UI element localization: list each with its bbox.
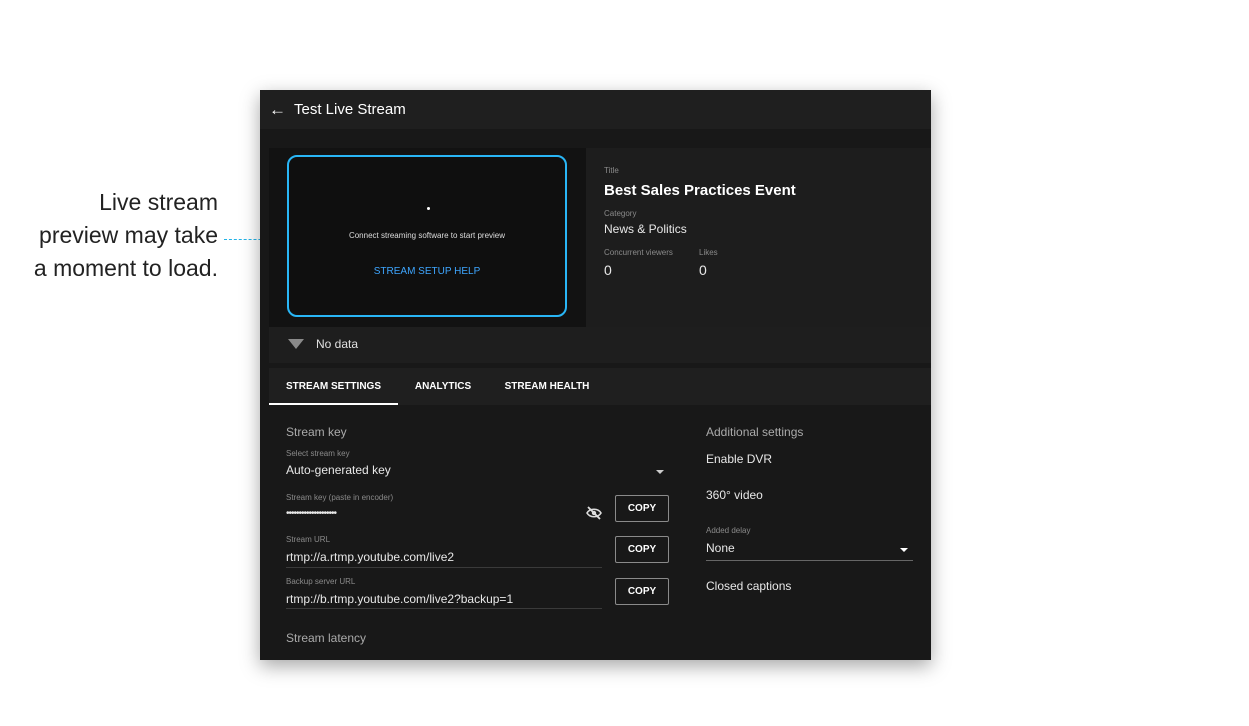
video-360-option[interactable]: 360° video [706, 488, 763, 502]
stream-key-select[interactable]: Auto-generated key [286, 463, 391, 477]
backup-url-underline [286, 608, 602, 609]
stream-key-field[interactable]: •••••••••••••••••••• [286, 508, 337, 519]
back-arrow-icon[interactable]: ← [269, 100, 286, 120]
stream-status-text: No data [316, 337, 359, 351]
stream-key-label: Stream key (paste in encoder) [286, 493, 394, 502]
stream-setup-help-link[interactable]: STREAM SETUP HELP [289, 266, 565, 277]
category-label: Category [604, 209, 637, 218]
copy-stream-url-button[interactable]: COPY [615, 536, 669, 563]
enable-dvr-option[interactable]: Enable DVR [706, 452, 772, 466]
closed-captions-option[interactable]: Closed captions [706, 579, 791, 593]
preview-annotation: Live stream preview may take a moment to… [33, 189, 218, 281]
backup-url-field[interactable]: rtmp://b.rtmp.youtube.com/live2?backup=1 [286, 592, 513, 606]
backup-url-label: Backup server URL [286, 577, 356, 586]
tab-stream-health[interactable]: STREAM HEALTH [501, 368, 593, 405]
live-stream-window: ← Test Live Stream Connect streaming sof… [260, 90, 931, 660]
added-delay-select[interactable]: None [706, 541, 735, 555]
likes-value: 0 [699, 262, 707, 278]
category-value: News & Politics [604, 222, 687, 236]
likes-label: Likes [699, 248, 718, 257]
title-label: Title [604, 166, 619, 175]
loading-dot [427, 207, 430, 210]
dropdown-caret-icon[interactable] [656, 470, 664, 474]
viewers-value: 0 [604, 262, 612, 278]
wifi-icon [288, 339, 304, 349]
copy-backup-url-button[interactable]: COPY [615, 578, 669, 605]
top-bar: ← Test Live Stream [260, 90, 931, 129]
copy-stream-key-button[interactable]: COPY [615, 495, 669, 522]
select-stream-key-label: Select stream key [286, 449, 350, 458]
stream-status-bar: No data [269, 327, 931, 363]
settings-tabs: STREAM SETTINGS ANALYTICS STREAM HEALTH [269, 368, 931, 405]
page-title: Test Live Stream [294, 101, 406, 118]
stream-key-heading: Stream key [286, 425, 347, 439]
stream-title: Best Sales Practices Event [604, 182, 796, 199]
tab-stream-settings[interactable]: STREAM SETTINGS [269, 368, 398, 405]
stream-url-field[interactable]: rtmp://a.rtmp.youtube.com/live2 [286, 550, 454, 564]
stream-latency-heading: Stream latency [286, 631, 367, 645]
eye-off-icon[interactable] [586, 506, 602, 520]
stream-url-label: Stream URL [286, 535, 331, 544]
delay-caret-icon[interactable] [900, 548, 908, 552]
viewers-label: Concurrent viewers [604, 248, 673, 257]
added-delay-label: Added delay [706, 526, 751, 535]
stream-preview: Connect streaming software to start prev… [287, 155, 567, 317]
preview-message: Connect streaming software to start prev… [348, 231, 506, 240]
added-delay-underline [706, 560, 913, 561]
tab-analytics[interactable]: ANALYTICS [407, 368, 479, 405]
stream-url-underline [286, 567, 602, 568]
stream-info-panel: Title Best Sales Practices Event Categor… [586, 148, 931, 327]
additional-settings-heading: Additional settings [706, 425, 804, 439]
